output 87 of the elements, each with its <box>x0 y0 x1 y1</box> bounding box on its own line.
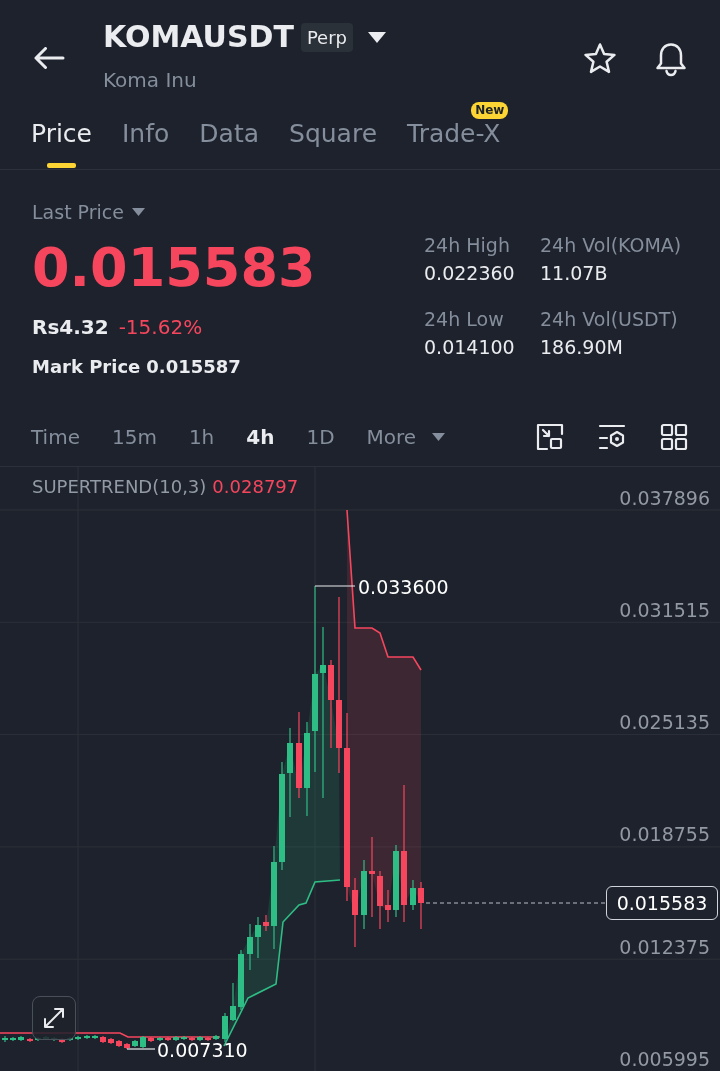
contract-badge: Perp <box>300 22 353 52</box>
indicator-settings-icon[interactable] <box>598 423 626 451</box>
candle <box>197 1035 203 1042</box>
arrow-box-icon[interactable] <box>536 423 564 451</box>
last-price: 0.015583 <box>32 240 316 296</box>
candle <box>75 1035 81 1041</box>
back-icon[interactable] <box>33 47 65 69</box>
candle <box>361 859 367 930</box>
stat-value: 0.022360 <box>424 261 516 285</box>
symbol-title: KOMAUSDT <box>103 20 294 54</box>
candle <box>132 1039 138 1048</box>
stat-value: 0.014100 <box>424 335 516 359</box>
mark-price-value: 0.015587 <box>146 355 241 379</box>
star-icon[interactable] <box>583 42 617 75</box>
low-price-label: 0.007310 <box>157 1040 248 1060</box>
candle <box>189 1036 195 1042</box>
axis-label: 0.005995 <box>619 1049 710 1069</box>
stat-label: 24h Vol(USDT) <box>540 307 679 331</box>
candle <box>377 870 383 930</box>
indicator-value: 0.028797 <box>212 477 299 497</box>
caret-icon <box>432 433 446 441</box>
caret-icon[interactable] <box>368 31 386 43</box>
candle <box>263 914 269 932</box>
stat-label: 24h Vol(KOMA) <box>540 233 682 257</box>
coin-name: Koma Inu <box>103 68 197 92</box>
candle <box>165 1036 171 1042</box>
tab[interactable]: Info <box>122 121 170 146</box>
candle <box>18 1035 24 1042</box>
stat-label: 24h High <box>424 233 511 257</box>
candle <box>116 1039 122 1048</box>
candle <box>222 1012 228 1043</box>
candle <box>27 1037 33 1043</box>
stat-value: 186.90M <box>540 335 624 359</box>
price-change: -15.62% <box>118 315 203 339</box>
candle <box>84 1034 90 1040</box>
tab[interactable]: Square <box>289 121 378 146</box>
active-tab-indicator <box>47 163 76 168</box>
leader-line <box>314 585 356 587</box>
axis-label: 0.025135 <box>619 712 710 733</box>
candle <box>352 877 358 948</box>
interval-tab[interactable]: 1h <box>188 425 215 449</box>
candle <box>173 1035 179 1042</box>
interval-tab[interactable]: 4h <box>246 425 275 449</box>
candle <box>140 1035 146 1049</box>
candle <box>100 1035 106 1044</box>
axis-label: 0.018755 <box>619 824 710 845</box>
current-price-tag: 0.015583 <box>606 886 718 920</box>
leader-line <box>126 1048 156 1050</box>
candle <box>205 1036 211 1042</box>
stat-label: 24h Low <box>424 307 505 331</box>
candle <box>418 881 424 930</box>
high-price-label: 0.033600 <box>358 577 449 597</box>
bell-icon[interactable] <box>654 42 688 77</box>
axis-label: 0.012375 <box>619 936 710 957</box>
stat-value: 11.07B <box>540 261 609 285</box>
expand-icon <box>42 1006 66 1030</box>
axis-label: 0.031515 <box>619 599 710 620</box>
candle <box>213 1034 219 1041</box>
fiat-price: Rs4.32 <box>32 315 109 339</box>
tab[interactable]: Price <box>31 121 92 168</box>
price-type-selector[interactable]: Last Price <box>32 201 124 223</box>
candle <box>108 1037 114 1045</box>
candle <box>148 1036 154 1043</box>
tab[interactable]: Data <box>199 121 260 146</box>
candle <box>238 949 244 1011</box>
candle <box>230 982 236 1022</box>
tab[interactable]: Trade-X <box>407 121 501 146</box>
mark-price-label: Mark Price <box>32 355 141 379</box>
candle <box>124 1042 130 1050</box>
expand-button[interactable] <box>32 996 76 1040</box>
grid-icon[interactable] <box>660 423 688 451</box>
candle <box>255 916 261 959</box>
candle <box>92 1034 98 1040</box>
candle <box>2 1035 8 1043</box>
candle <box>385 889 391 923</box>
candle <box>410 879 416 911</box>
more-menu[interactable]: More <box>366 425 446 449</box>
interval-tab[interactable]: Time <box>31 425 80 449</box>
interval-tab[interactable]: 15m <box>111 425 157 449</box>
axis-label: 0.037896 <box>619 487 710 508</box>
indicator-name: SUPERTREND(10,3) <box>32 477 207 497</box>
candle <box>247 923 253 971</box>
interval-tab[interactable]: 1D <box>306 425 335 449</box>
new-badge: New <box>471 102 509 119</box>
candle <box>181 1035 187 1041</box>
candle <box>10 1036 16 1042</box>
candle <box>157 1036 163 1042</box>
